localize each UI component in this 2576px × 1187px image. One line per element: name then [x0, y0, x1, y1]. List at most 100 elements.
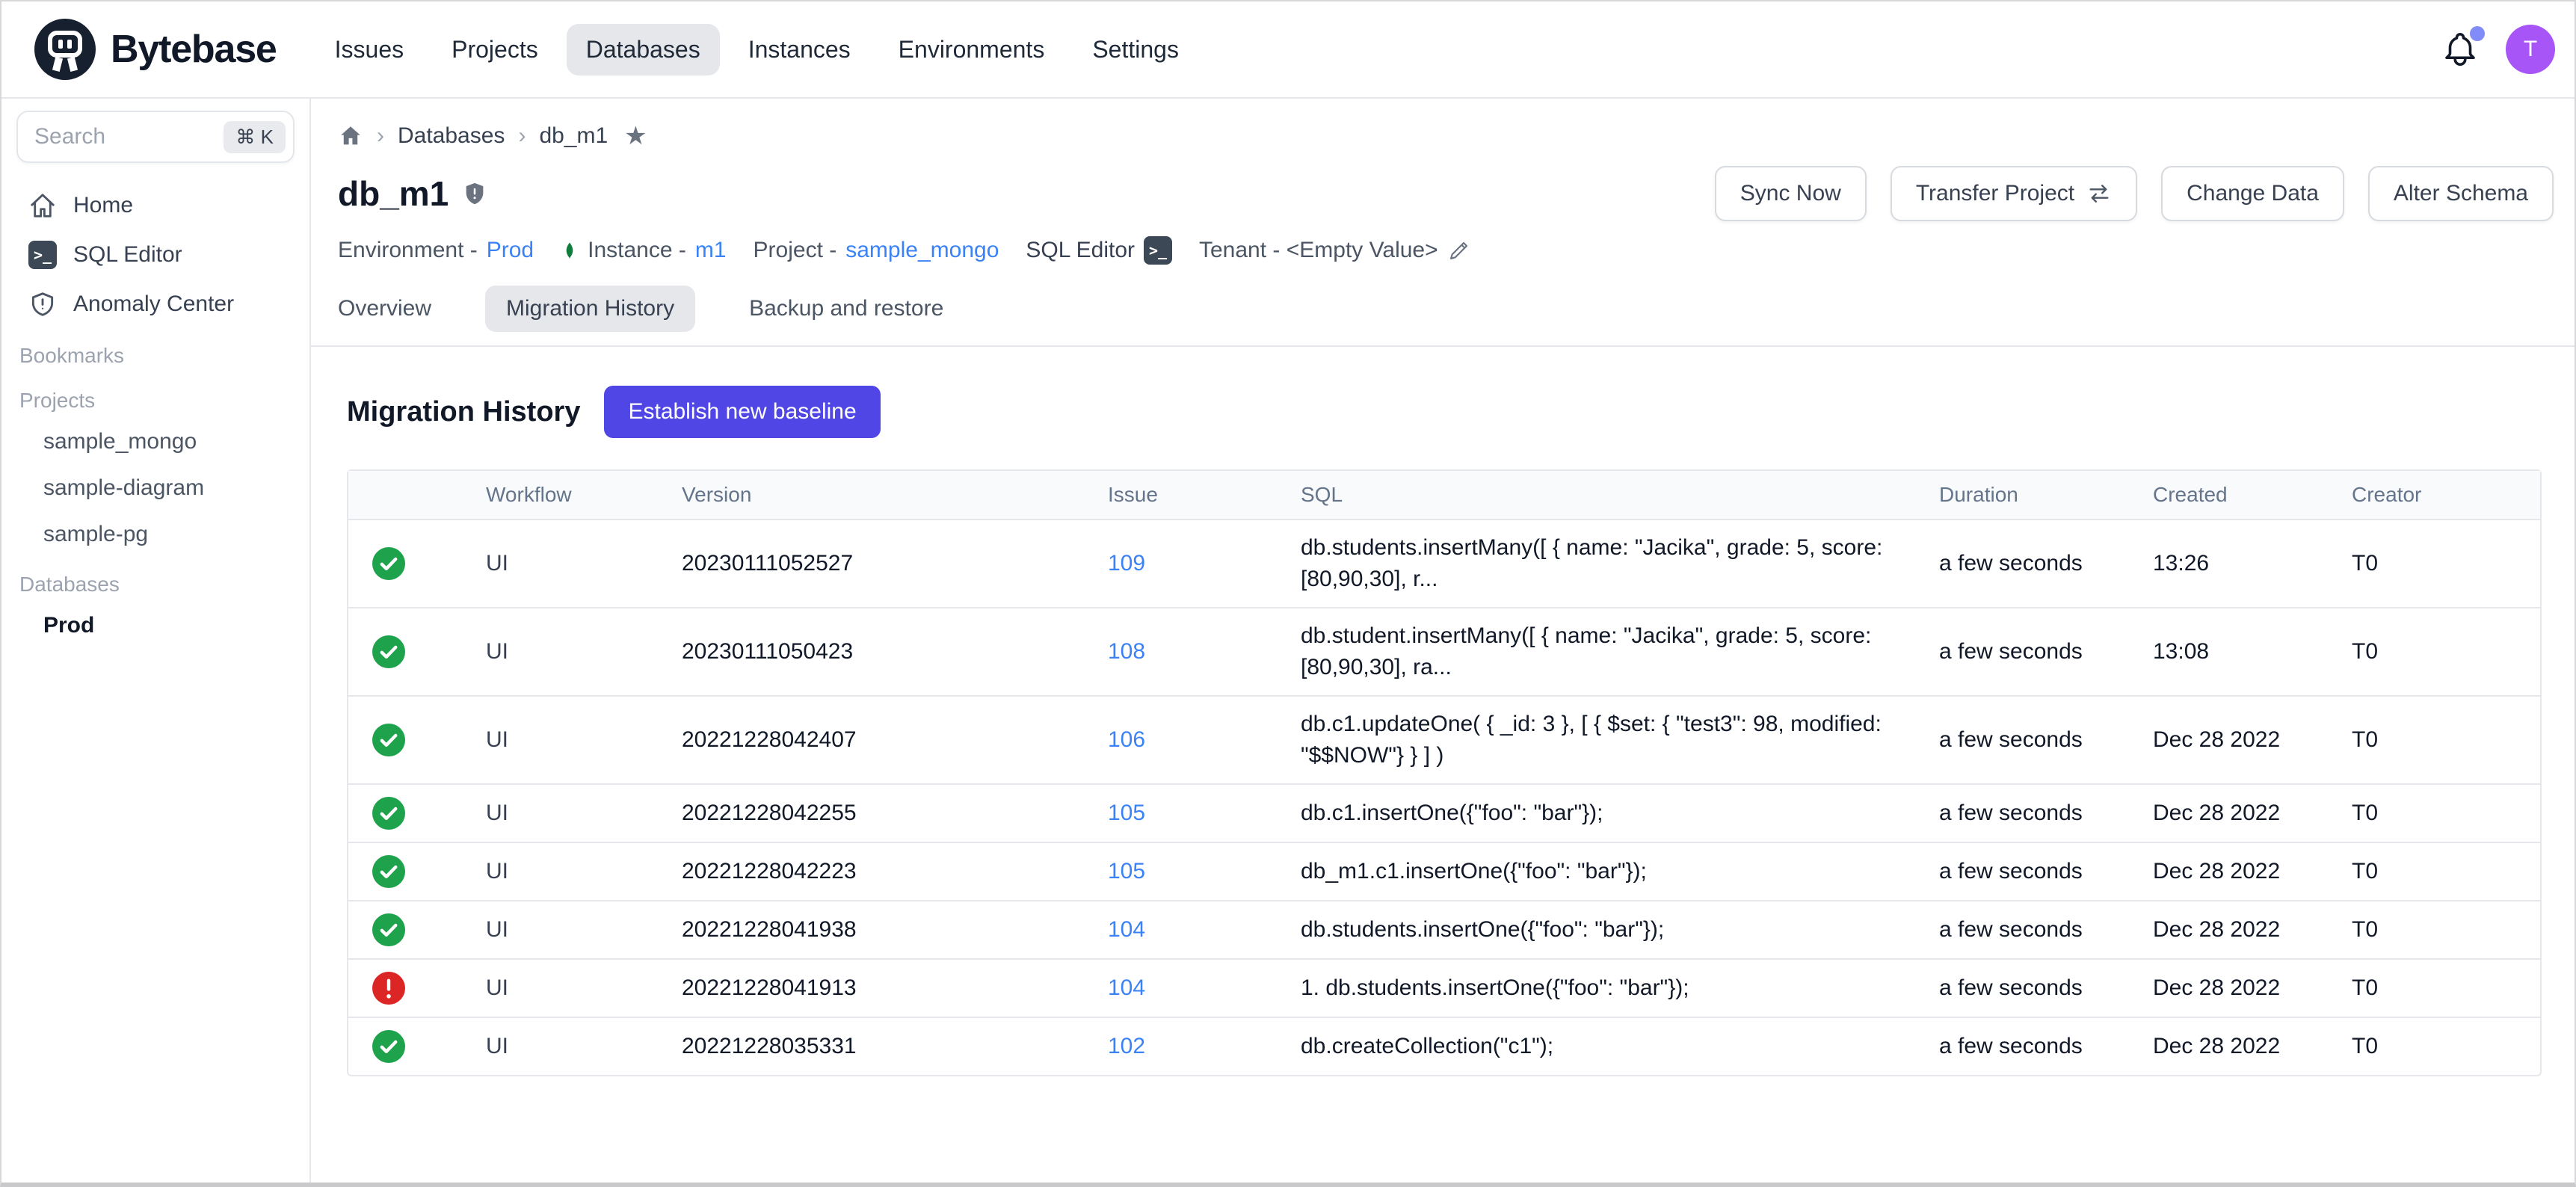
nav-item-projects[interactable]: Projects [432, 24, 558, 75]
issue-link[interactable]: 104 [1108, 975, 1145, 1001]
establish-baseline-button[interactable]: Establish new baseline [604, 386, 880, 438]
sidebar-item-home[interactable]: Home [16, 181, 295, 230]
sidebar-sections: BookmarksProjectssample_mongosample-diag… [16, 329, 295, 649]
creator-cell: T0 [2331, 785, 2540, 842]
version-cell: 20221228041938 [661, 901, 1087, 958]
column-header-issue: Issue [1087, 471, 1280, 519]
column-header-version: Version [661, 471, 1087, 519]
version-cell: 20230111052527 [661, 520, 1087, 607]
version-cell: 20221228042223 [661, 843, 1087, 900]
duration-cell: a few seconds [1918, 843, 2132, 900]
duration-cell: a few seconds [1918, 697, 2132, 783]
environment-link[interactable]: Prod [487, 238, 534, 263]
table-row[interactable]: UI20221228042407106db.c1.updateOne( { _i… [348, 695, 2540, 783]
sidebar-item-sample-pg[interactable]: sample-pg [16, 511, 295, 558]
success-icon [372, 724, 405, 756]
nav-item-instances[interactable]: Instances [729, 24, 870, 75]
brand[interactable]: Bytebase [34, 19, 277, 80]
version-cell: 20221228035331 [661, 1018, 1087, 1075]
workflow-cell: UI [465, 785, 661, 842]
home-icon[interactable] [338, 123, 363, 149]
column-header-duration: Duration [1918, 471, 2132, 519]
migration-history-section: Migration History Establish new baseline… [311, 347, 2575, 1076]
bookmark-star-icon[interactable]: ★ [624, 121, 647, 151]
column-header-created: Created [2132, 471, 2331, 519]
issue-link[interactable]: 106 [1108, 727, 1145, 753]
duration-cell: a few seconds [1918, 1018, 2132, 1075]
meta-sql-editor[interactable]: SQL Editor >_ [1026, 236, 1172, 265]
sidebar-item-sample-mongo[interactable]: sample_mongo [16, 419, 295, 465]
duration-cell: a few seconds [1918, 960, 2132, 1017]
version-cell: 20221228041913 [661, 960, 1087, 1017]
workflow-cell: UI [465, 520, 661, 607]
sql-cell: db.createCollection("c1"); [1280, 1018, 1918, 1075]
bytebase-window: Bytebase IssuesProjectsDatabasesInstance… [0, 0, 2576, 1187]
workflow-cell: UI [465, 843, 661, 900]
table-row[interactable]: UI20221228042255105db.c1.insertOne({"foo… [348, 783, 2540, 842]
page-actions: Sync Now Transfer Project Change Data Al… [1715, 166, 2554, 221]
meta-project: Project - sample_mongo [754, 238, 999, 263]
issue-link[interactable]: 104 [1108, 917, 1145, 943]
table-row[interactable]: UI202212280419131041. db.students.insert… [348, 958, 2540, 1017]
sidebar-section-databases: Databases [16, 558, 295, 602]
transfer-project-button[interactable]: Transfer Project [1891, 166, 2137, 221]
sidebar: Search ⌘ K Home >_SQL EditorAnomaly Cente… [1, 99, 311, 1183]
sidebar-item-sample-diagram[interactable]: sample-diagram [16, 465, 295, 511]
search-input[interactable]: Search ⌘ K [16, 111, 295, 163]
change-data-button[interactable]: Change Data [2161, 166, 2344, 221]
tab-overview[interactable]: Overview [338, 286, 431, 332]
nav-item-databases[interactable]: Databases [567, 24, 720, 75]
sql-cell: db_m1.c1.insertOne({"foo": "bar"}); [1280, 843, 1918, 900]
tab-backup-and-restore[interactable]: Backup and restore [749, 286, 943, 332]
sidebar-item-label: Home [73, 193, 133, 218]
sync-now-button[interactable]: Sync Now [1715, 166, 1867, 221]
instance-link[interactable]: m1 [695, 238, 727, 263]
created-cell: Dec 28 2022 [2132, 901, 2331, 958]
breadcrumb-databases[interactable]: Databases [398, 123, 505, 149]
database-name: db_m1 [338, 173, 449, 214]
table-row[interactable]: UI20221228035331102db.createCollection("… [348, 1017, 2540, 1075]
issue-link[interactable]: 105 [1108, 859, 1145, 884]
section-header: Migration History Establish new baseline [347, 386, 2542, 438]
search-shortcut-badge: ⌘ K [224, 121, 286, 153]
sql-cell: db.c1.updateOne( { _id: 3 }, [ { $set: {… [1280, 697, 1918, 783]
sidebar-item-label: SQL Editor [73, 242, 182, 268]
column-header-creator: Creator [2331, 471, 2540, 519]
workflow-cell: UI [465, 901, 661, 958]
title-row: db_m1 Sync Now Transfer Project [311, 151, 2575, 221]
chevron-right-icon: › [377, 123, 384, 149]
migration-table: WorkflowVersionIssueSQLDurationCreatedCr… [347, 469, 2542, 1076]
notification-dot [2470, 26, 2485, 41]
notifications-button[interactable] [2440, 29, 2480, 70]
home-icon [28, 191, 57, 220]
table-row[interactable]: UI20221228041938104db.students.insertOne… [348, 900, 2540, 958]
nav-item-environments[interactable]: Environments [879, 24, 1064, 75]
alter-schema-button[interactable]: Alter Schema [2368, 166, 2554, 221]
creator-cell: T0 [2331, 1018, 2540, 1075]
sidebar-item-sql-editor[interactable]: >_SQL Editor [16, 230, 295, 280]
nav-item-issues[interactable]: Issues [315, 24, 423, 75]
issue-link[interactable]: 105 [1108, 801, 1145, 826]
sidebar-item-prod[interactable]: Prod [16, 602, 295, 649]
nav-item-settings[interactable]: Settings [1073, 24, 1198, 75]
sidebar-section-projects: Projects [16, 374, 295, 419]
table-row[interactable]: UI20230111052527109db.students.insertMan… [348, 519, 2540, 607]
duration-cell: a few seconds [1918, 901, 2132, 958]
avatar[interactable]: T [2506, 25, 2555, 74]
creator-cell: T0 [2331, 960, 2540, 1017]
transfer-arrows-icon [2086, 181, 2112, 206]
pencil-icon[interactable] [1447, 238, 1471, 262]
sidebar-item-anomaly-center[interactable]: Anomaly Center [16, 280, 295, 329]
issue-link[interactable]: 102 [1108, 1034, 1145, 1059]
issue-link[interactable]: 109 [1108, 551, 1145, 576]
issue-link[interactable]: 108 [1108, 639, 1145, 665]
search-placeholder: Search [34, 124, 224, 149]
table-row[interactable]: UI20221228042223 105 db_m1.c1.insertOne({"… [348, 842, 2540, 900]
workflow-cell: UI [465, 697, 661, 783]
terminal-icon: >_ [1144, 236, 1172, 265]
tab-migration-history[interactable]: Migration History [485, 286, 695, 332]
project-link[interactable]: sample_mongo [845, 238, 999, 263]
success-icon [372, 797, 405, 830]
column-header-sql: SQL [1280, 471, 1918, 519]
table-row[interactable]: UI20230111050423108db.student.insertMany… [348, 607, 2540, 695]
